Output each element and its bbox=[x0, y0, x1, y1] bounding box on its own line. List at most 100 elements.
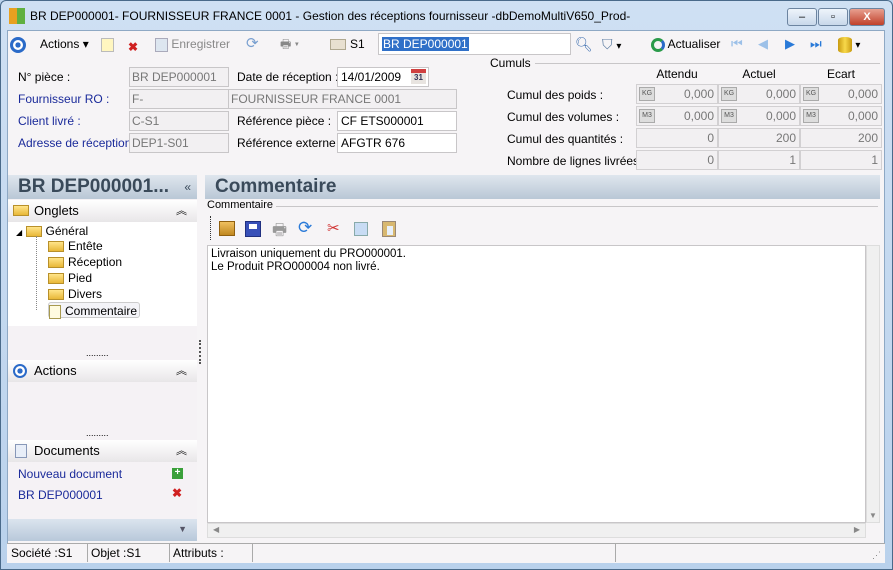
refresh-button[interactable]: Actualiser bbox=[651, 34, 720, 54]
previous-record-icon[interactable]: ◀ bbox=[758, 34, 768, 54]
copy-icon[interactable] bbox=[354, 222, 368, 236]
actions-circle-icon bbox=[10, 34, 28, 54]
print-button[interactable]: 🖶 ▾ bbox=[280, 34, 299, 54]
sync-icon[interactable]: ⟳ bbox=[246, 34, 259, 54]
actions-label: Actions bbox=[40, 37, 80, 51]
cumuls-value: KG 0,000 bbox=[800, 84, 882, 104]
tree-item-pied[interactable]: Pied bbox=[48, 270, 92, 286]
splitter-grip[interactable]: ......... bbox=[86, 428, 109, 438]
cumuls-row-label: Cumul des quantités : bbox=[507, 132, 624, 146]
unit-badge: M3 bbox=[721, 109, 737, 123]
documents-label: Documents bbox=[34, 443, 100, 458]
fournisseur-label[interactable]: Fournisseur RO : bbox=[18, 90, 109, 108]
unit-badge: KG bbox=[639, 87, 655, 101]
vertical-splitter[interactable] bbox=[199, 340, 201, 364]
main-header: Commentaire bbox=[205, 175, 880, 199]
actions-section-header[interactable]: Actions ︽ bbox=[8, 360, 197, 382]
refresh-label: Actualiser bbox=[667, 37, 721, 51]
cut-icon[interactable]: ✂ bbox=[327, 219, 340, 237]
splitter-grip[interactable]: ......... bbox=[86, 348, 109, 358]
ref-ext-field[interactable]: AFGTR 676 bbox=[337, 133, 457, 153]
cumuls-value: KG 0,000 bbox=[636, 84, 718, 104]
piece-field: BR DEP000001 bbox=[129, 67, 229, 87]
cumuls-value: M3 0,000 bbox=[800, 106, 882, 126]
cumuls-value-text: 200 bbox=[775, 131, 796, 145]
status-panel bbox=[253, 544, 616, 562]
new-button[interactable] bbox=[101, 34, 114, 54]
cumuls-value-text: 0,000 bbox=[847, 87, 878, 101]
calendar-icon[interactable]: 31 bbox=[411, 69, 426, 84]
database-button[interactable]: ▾ bbox=[838, 34, 860, 54]
date-value: 14/01/2009 bbox=[341, 70, 402, 84]
documents-section-header[interactable]: Documents ︽ bbox=[8, 440, 197, 462]
cumuls-value-text: 1 bbox=[871, 153, 878, 167]
search-icon[interactable]: 🔍︎ bbox=[575, 34, 593, 54]
client-field: C-S1 bbox=[129, 111, 229, 131]
refresh-icon[interactable]: ⟳ bbox=[298, 218, 312, 238]
cumuls-value-text: 0,000 bbox=[765, 87, 796, 101]
tree-item-entete[interactable]: Entête bbox=[48, 238, 103, 254]
cumuls-column-header: Actuel bbox=[742, 67, 776, 81]
chevron-up-icon[interactable]: ︽ bbox=[176, 440, 187, 462]
vertical-scrollbar[interactable]: ▼ bbox=[866, 245, 880, 523]
chevron-up-icon[interactable]: ︽ bbox=[176, 360, 187, 382]
tree-item-reception[interactable]: Réception bbox=[48, 254, 122, 270]
adresse-label[interactable]: Adresse de réception : bbox=[18, 134, 138, 152]
save-button[interactable]: Enregistrer bbox=[155, 34, 230, 54]
open-folder-icon[interactable] bbox=[219, 221, 235, 236]
search-value: BR DEP000001 bbox=[382, 37, 469, 51]
cumuls-value: 0 bbox=[636, 128, 718, 148]
actions-menu-button[interactable]: Actions ▾ bbox=[40, 34, 89, 54]
left-header-title: BR DEP000001... bbox=[18, 176, 170, 197]
search-input[interactable]: BR DEP000001 bbox=[378, 33, 571, 55]
site-button[interactable]: S1 bbox=[330, 34, 365, 54]
tree-item-commentaire[interactable]: Commentaire bbox=[48, 302, 141, 319]
print-icon[interactable]: 🖶 bbox=[272, 219, 287, 246]
next-record-icon[interactable]: ▶ bbox=[785, 34, 795, 54]
resize-grip[interactable]: ⋰ bbox=[872, 550, 881, 561]
comment-line: Livraison uniquement du PRO000001. bbox=[211, 248, 406, 260]
close-button[interactable]: X bbox=[849, 8, 885, 26]
minimize-button[interactable]: – bbox=[787, 8, 817, 26]
horizontal-scrollbar[interactable]: ◀ ▶ bbox=[207, 523, 866, 538]
comment-textarea[interactable]: Livraison uniquement du PRO000001. Le Pr… bbox=[207, 245, 866, 523]
save-icon[interactable] bbox=[245, 221, 261, 237]
adresse-field: DEP1-S01 bbox=[129, 133, 229, 153]
filter-icon[interactable]: ⛉ ▾ bbox=[602, 34, 621, 54]
status-objet: Objet :S1 bbox=[88, 544, 170, 562]
unit-badge: KG bbox=[721, 87, 737, 101]
cumuls-value-text: 1 bbox=[789, 153, 796, 167]
maximize-button[interactable]: ▫ bbox=[818, 8, 848, 26]
first-record-icon[interactable]: ⏮ bbox=[731, 34, 743, 54]
unit-badge: M3 bbox=[803, 109, 819, 123]
date-label: Date de réception : bbox=[237, 70, 339, 84]
cumuls-value: 1 bbox=[718, 150, 800, 170]
cumuls-value-text: 0,000 bbox=[765, 109, 796, 123]
client-label[interactable]: Client livré : bbox=[18, 112, 81, 130]
chevron-down-icon[interactable]: ▼ bbox=[178, 524, 187, 534]
tree-item-general[interactable]: ◢ Général bbox=[16, 223, 88, 239]
cumuls-row-label: Nombre de lignes livrées : bbox=[507, 154, 646, 168]
add-document-icon[interactable]: + bbox=[172, 468, 183, 479]
paste-icon[interactable] bbox=[382, 221, 396, 237]
new-document-link[interactable]: Nouveau document bbox=[18, 467, 122, 481]
status-societe: Société :S1 bbox=[8, 544, 88, 562]
document-link[interactable]: BR DEP000001 bbox=[18, 488, 103, 502]
collapse-panel-button[interactable]: « bbox=[184, 175, 191, 199]
cumuls-column-header: Ecart bbox=[826, 67, 855, 81]
delete-document-icon[interactable]: ✖ bbox=[172, 486, 182, 500]
left-panel-footer: ▼ bbox=[8, 519, 197, 541]
tree-line bbox=[36, 236, 37, 310]
comment-group-label: Commentaire bbox=[207, 199, 277, 211]
ref-piece-label: Référence pièce : bbox=[237, 114, 332, 128]
cumuls-value-text: 0 bbox=[707, 131, 714, 145]
onglets-tree: ◢ Général Entête Réception Pied Divers C… bbox=[8, 222, 197, 326]
last-record-icon[interactable]: ⏭ bbox=[810, 34, 822, 54]
cumuls-value: 1 bbox=[800, 150, 882, 170]
onglets-section-header[interactable]: Onglets ︽ bbox=[8, 200, 197, 222]
delete-button[interactable]: ✖ bbox=[128, 34, 141, 54]
chevron-up-icon[interactable]: ︽ bbox=[176, 200, 187, 222]
cumuls-row-label: Cumul des volumes : bbox=[507, 110, 620, 124]
ref-piece-field[interactable]: CF ETS000001 bbox=[337, 111, 457, 131]
tree-item-divers[interactable]: Divers bbox=[48, 286, 102, 302]
